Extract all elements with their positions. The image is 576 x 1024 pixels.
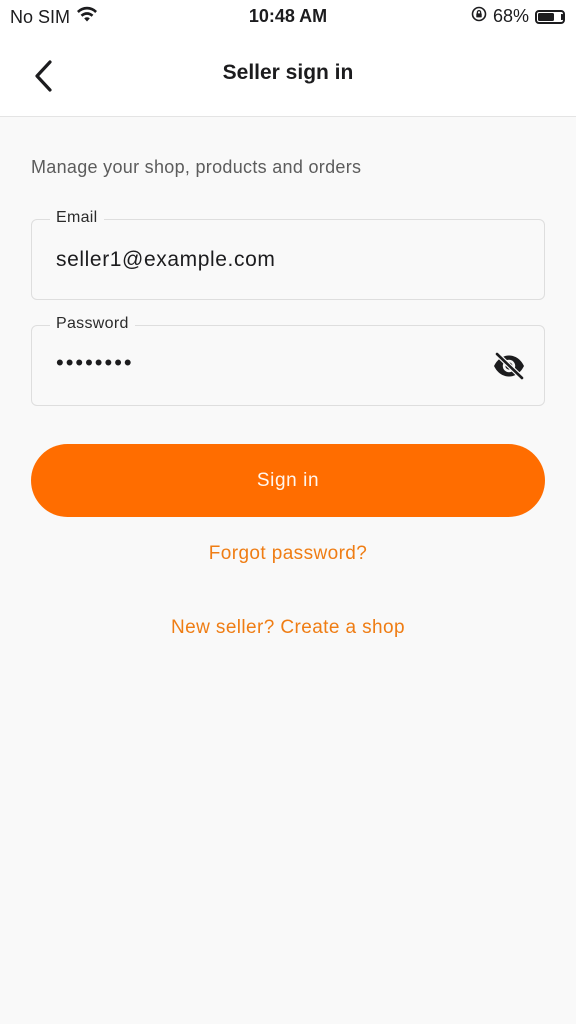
app-header: Seller sign in bbox=[0, 34, 576, 117]
create-shop-link[interactable]: New seller? Create a shop bbox=[0, 617, 576, 639]
sign-in-button[interactable]: Sign in bbox=[31, 444, 545, 517]
password-field[interactable]: Password •••••••• bbox=[31, 315, 545, 406]
password-visibility-toggle[interactable] bbox=[490, 348, 528, 384]
page-title: Seller sign in bbox=[222, 61, 354, 84]
battery-fill bbox=[538, 12, 554, 21]
password-label: Password bbox=[50, 315, 135, 333]
password-input[interactable]: •••••••• bbox=[56, 350, 134, 376]
status-right: 68% bbox=[471, 6, 565, 27]
email-field[interactable]: Email bbox=[31, 209, 545, 300]
email-input[interactable] bbox=[56, 248, 496, 272]
battery-percent: 68% bbox=[492, 6, 529, 26]
battery-icon bbox=[535, 9, 565, 24]
email-label: Email bbox=[50, 209, 104, 227]
status-bar: No SIM 10:48 AM 68% bbox=[0, 0, 576, 34]
eye-off-icon bbox=[494, 352, 525, 380]
page-subtitle: Manage your shop, products and orders bbox=[31, 157, 362, 177]
forgot-password-link[interactable]: Forgot password? bbox=[0, 543, 576, 565]
orientation-lock-icon bbox=[471, 6, 487, 27]
battery-body bbox=[535, 9, 565, 24]
